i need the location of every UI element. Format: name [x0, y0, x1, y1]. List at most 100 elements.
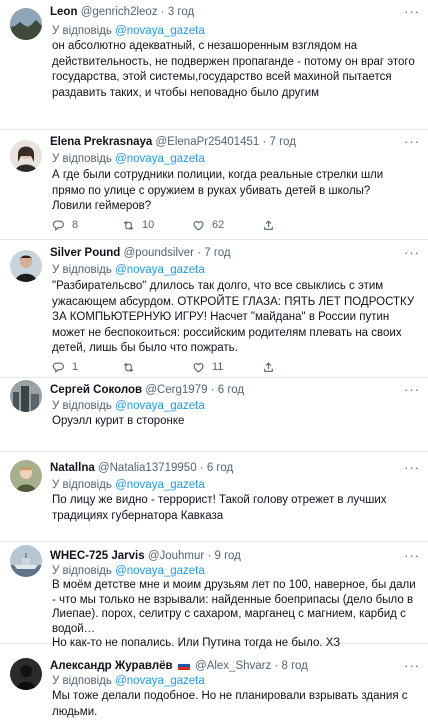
user-handle[interactable]: @ElenaPr25401451 — [156, 136, 260, 148]
tweet-text: "Разбирательсво" длилось так долго, что … — [52, 280, 415, 355]
share-icon — [262, 361, 275, 374]
more-options-icon[interactable]: ··· — [404, 383, 420, 396]
reply-prefix: У відповідь — [52, 479, 112, 491]
reply-button[interactable]: 1 — [52, 360, 122, 374]
more-options-icon[interactable]: ··· — [404, 246, 420, 259]
share-button[interactable] — [262, 360, 282, 374]
tweet[interactable]: Leon @genrich2leoz · 3 год ··· У відпові… — [0, 0, 428, 130]
user-name[interactable]: Natallna — [50, 462, 95, 474]
tweet-time[interactable]: 3 год — [168, 6, 194, 18]
separator: · — [199, 462, 204, 474]
user-avatar[interactable] — [10, 658, 42, 690]
mention-link[interactable]: @novaya_gazeta — [115, 25, 205, 37]
tweet[interactable]: WHEC-725 Jarvis @Jouhmur · 9 год ··· У в… — [0, 542, 428, 649]
separator: · — [207, 550, 212, 562]
tweet-text: В моём детстве мне и моим друзьям лет по… — [52, 579, 416, 650]
tweet-text: Мы тоже делали подобное. Но не планирова… — [52, 690, 408, 718]
reply-button[interactable]: 8 — [52, 218, 122, 232]
retweet-button[interactable]: 10 — [122, 218, 192, 232]
reply-count: 8 — [72, 219, 79, 231]
retweet-icon — [122, 219, 135, 232]
tweet-text: он абсолютно адекватный, с незашоренным … — [52, 40, 415, 99]
reply-context: У відповідь @novaya_gazeta — [52, 674, 205, 688]
reply-icon — [52, 219, 65, 232]
tweet-text: Оруэлл курит в сторонке — [52, 415, 185, 427]
user-name[interactable]: Александр Журавлёв — [50, 660, 173, 672]
reply-context: У відповідь @novaya_gazeta — [52, 152, 205, 166]
user-handle[interactable]: @genrich2leoz — [81, 6, 158, 18]
mention-link[interactable]: @novaya_gazeta — [115, 400, 205, 412]
reply-context: У відповідь @novaya_gazeta — [52, 564, 205, 578]
tweet-time[interactable]: 7 год — [270, 136, 296, 148]
tweet-actions: 8 10 62 — [52, 218, 416, 232]
reply-prefix: У відповідь — [52, 400, 112, 412]
user-handle[interactable]: @Natalia13719950 — [98, 462, 197, 474]
mention-link[interactable]: @novaya_gazeta — [115, 565, 205, 577]
tweet-time[interactable]: 8 год — [282, 660, 308, 672]
separator: · — [197, 247, 202, 259]
russia-flag-icon — [177, 661, 190, 670]
separator: · — [262, 136, 267, 148]
user-avatar[interactable] — [10, 8, 42, 40]
user-name[interactable]: Elena Prekrasnaya — [50, 136, 152, 148]
reply-prefix: У відповідь — [52, 25, 112, 37]
reply-prefix: У відповідь — [52, 153, 112, 165]
like-button[interactable]: 11 — [192, 360, 262, 374]
more-options-icon[interactable]: ··· — [404, 659, 420, 672]
retweet-button[interactable] — [122, 360, 192, 374]
like-count: 11 — [212, 361, 224, 373]
reply-prefix: У відповідь — [52, 565, 112, 577]
separator: · — [210, 384, 215, 396]
user-name[interactable]: WHEC-725 Jarvis — [50, 550, 145, 562]
reply-context: У відповідь @novaya_gazeta — [52, 399, 205, 413]
tweet-text: По лицу же видно - террорист! Такой голо… — [52, 494, 387, 522]
heart-icon — [192, 219, 205, 232]
reply-icon — [52, 361, 65, 374]
user-handle[interactable]: @Alex_Shvarz — [195, 660, 271, 672]
reply-prefix: У відповідь — [52, 264, 112, 276]
more-options-icon[interactable]: ··· — [404, 135, 420, 148]
tweet[interactable]: Silver Pound @poundsilver · 7 год ··· У … — [0, 240, 428, 378]
tweet-text: А где были сотрудники полиции, когда реа… — [52, 169, 384, 213]
user-handle[interactable]: @Jouhmur — [148, 550, 204, 562]
tweet[interactable]: Natallna @Natalia13719950 · 6 год ··· У … — [0, 452, 428, 542]
like-button[interactable]: 62 — [192, 218, 262, 232]
tweet-time[interactable]: 7 год — [204, 247, 230, 259]
tweet[interactable]: Elena Prekrasnaya @ElenaPr25401451 · 7 г… — [0, 130, 428, 240]
user-handle[interactable]: @Cerg1979 — [145, 384, 207, 396]
separator: · — [274, 660, 279, 672]
tweet-actions: 1 11 — [52, 360, 416, 374]
user-avatar[interactable] — [10, 545, 42, 577]
like-count: 62 — [212, 219, 225, 231]
retweet-icon — [122, 361, 135, 374]
mention-link[interactable]: @novaya_gazeta — [115, 153, 205, 165]
user-avatar[interactable] — [10, 140, 42, 172]
user-handle[interactable]: @poundsilver — [124, 247, 195, 259]
user-name[interactable]: Leon — [50, 6, 77, 18]
retweet-count: 10 — [142, 219, 155, 231]
user-avatar[interactable] — [10, 380, 42, 412]
share-button[interactable] — [262, 218, 282, 232]
more-options-icon[interactable]: ··· — [404, 461, 420, 474]
mention-link[interactable]: @novaya_gazeta — [115, 479, 205, 491]
reply-context: У відповідь @novaya_gazeta — [52, 24, 205, 38]
reply-prefix: У відповідь — [52, 675, 112, 687]
separator: · — [160, 6, 165, 18]
mention-link[interactable]: @novaya_gazeta — [115, 264, 205, 276]
user-avatar[interactable] — [10, 460, 42, 492]
reply-context: У відповідь @novaya_gazeta — [52, 263, 205, 277]
reply-context: У відповідь @novaya_gazeta — [52, 478, 205, 492]
share-icon — [262, 219, 275, 232]
more-options-icon[interactable]: ··· — [404, 5, 420, 18]
tweet-time[interactable]: 9 год — [214, 550, 240, 562]
user-name[interactable]: Silver Pound — [50, 247, 120, 259]
mention-link[interactable]: @novaya_gazeta — [115, 675, 205, 687]
tweet[interactable]: Александр Журавлёв @Alex_Shvarz · 8 год … — [0, 644, 428, 724]
more-options-icon[interactable]: ··· — [404, 549, 420, 562]
reply-count: 1 — [72, 361, 79, 373]
tweet[interactable]: Сергей Соколов @Cerg1979 · 6 год ··· У в… — [0, 378, 428, 452]
user-avatar[interactable] — [10, 250, 42, 282]
tweet-time[interactable]: 6 год — [207, 462, 233, 474]
user-name[interactable]: Сергей Соколов — [50, 384, 142, 396]
tweet-time[interactable]: 6 год — [218, 384, 244, 396]
